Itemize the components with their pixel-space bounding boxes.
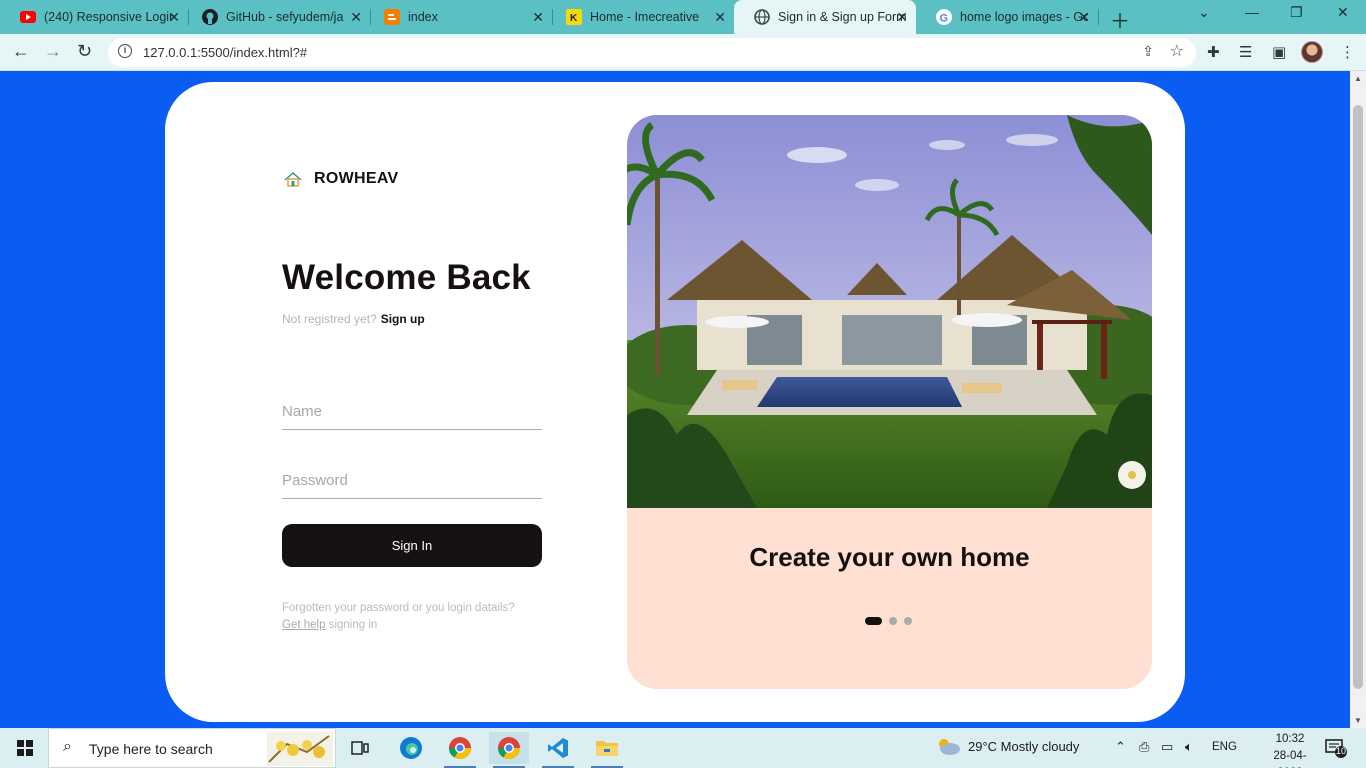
close-tab-icon[interactable]: ✕ (532, 9, 544, 26)
taskbar-search-box[interactable]: ⌕ Type here to search (48, 728, 336, 768)
tab-index[interactable]: index ✕ (364, 0, 552, 34)
weather-cloud-icon[interactable] (935, 736, 961, 759)
tab-title: index (408, 10, 438, 24)
tab-title: home logo images - Go (960, 10, 1088, 24)
vscode-icon[interactable] (538, 732, 578, 768)
show-hidden-icons-chevron-icon[interactable]: ⌃ (1115, 739, 1126, 755)
sign-in-button[interactable]: Sign In (282, 524, 542, 567)
signup-link[interactable]: Sign up (381, 312, 425, 326)
clock-date: 28-04-2023 (1273, 750, 1307, 768)
carousel-dot-3[interactable] (904, 617, 912, 625)
signup-prompt: Not registred yet? Sign up (282, 312, 425, 326)
github-icon (202, 9, 218, 25)
task-view-icon[interactable] (340, 732, 380, 764)
input-language[interactable]: ENG (1212, 741, 1237, 753)
minimize-icon[interactable]: — (1245, 4, 1259, 20)
close-tab-icon[interactable]: ✕ (1078, 9, 1090, 26)
bookmark-star-icon[interactable]: ☆ (1170, 41, 1184, 61)
search-highlight-art (267, 732, 333, 766)
clock-time: 10:32 (1275, 733, 1305, 745)
profile-avatar[interactable] (1301, 41, 1323, 63)
taskbar-search-placeholder: Type here to search (89, 741, 213, 757)
google-icon: G (936, 9, 952, 25)
reading-list-icon[interactable]: ☰ (1239, 43, 1252, 61)
chrome-profile-icon[interactable] (489, 732, 529, 768)
notification-center-icon[interactable]: 10 (1324, 738, 1348, 763)
svg-text:G: G (940, 13, 949, 25)
imecreative-icon: K (566, 9, 582, 25)
tab-title: Home - Imecreative (590, 10, 700, 24)
scroll-down-arrow-icon[interactable]: ▼ (1354, 716, 1362, 725)
windows-start-icon[interactable] (17, 740, 33, 756)
tab-title: GitHub - sefyudem/ja (226, 10, 344, 24)
blogger-icon (384, 9, 400, 25)
volume-muted-icon[interactable]: 🔈︎ (1185, 739, 1193, 755)
carousel-dot-1[interactable] (865, 617, 882, 625)
chrome-icon[interactable] (440, 732, 480, 768)
carousel-dot-2[interactable] (889, 617, 897, 625)
back-arrow-icon[interactable]: ← (12, 41, 30, 62)
tab-title: Sign in & Sign up Form (778, 10, 906, 24)
tab-search-chevron-icon[interactable]: ⌄ (1198, 4, 1210, 21)
brand: ROWHEAV (283, 170, 398, 188)
browser-toolbar: ← → ↻ i 127.0.0.1:5500/index.html?# ⇪ ☆ … (0, 34, 1366, 71)
tab-title: (240) Responsive Login (44, 10, 172, 24)
network-icon[interactable]: ▭ (1161, 739, 1173, 755)
tab-signin-active[interactable]: Sign in & Sign up Form ✕ (734, 0, 916, 34)
restore-icon[interactable]: ❐ (1290, 4, 1303, 21)
forgot-password-text: Forgotten your password or you login dat… (282, 602, 515, 614)
site-info-icon[interactable]: i (118, 44, 132, 58)
forward-arrow-icon[interactable]: → (44, 41, 62, 62)
search-icon: ⌕ (63, 738, 72, 755)
tab-github[interactable]: GitHub - sefyudem/ja ✕ (182, 0, 370, 34)
page-scrollbar[interactable]: ▲ ▼ (1350, 71, 1366, 728)
svg-text:K: K (570, 13, 578, 24)
file-explorer-icon[interactable] (587, 732, 627, 768)
close-tab-icon[interactable]: ✕ (896, 9, 908, 26)
page-viewport: ROWHEAV Welcome Back Not registred yet? S… (0, 71, 1350, 728)
windows-taskbar: ⌕ Type here to search 29°C Mostly cloudy… (0, 728, 1366, 768)
help-suffix: signing in (328, 619, 378, 631)
name-input[interactable] (282, 394, 542, 430)
share-icon[interactable]: ⇪ (1142, 43, 1154, 60)
villa-hero-image (627, 115, 1152, 508)
password-input[interactable] (282, 463, 542, 499)
address-bar[interactable]: i 127.0.0.1:5500/index.html?# ⇪ ☆ (108, 38, 1196, 67)
carousel-slogan: Create your own home (749, 542, 1030, 572)
notification-count: 10 (1336, 746, 1347, 756)
page-title: Welcome Back (282, 258, 531, 297)
carousel-dots (865, 617, 919, 625)
scroll-up-arrow-icon[interactable]: ▲ (1354, 74, 1362, 83)
help-text: Forgotten your password or you login dat… (282, 600, 515, 634)
tab-imecreative[interactable]: K Home - Imecreative ✕ (546, 0, 734, 34)
youtube-icon (20, 9, 36, 25)
taskbar-clock[interactable]: 10:32 28-04-2023 (1262, 731, 1318, 768)
menu-kebab-icon[interactable]: ⋮ (1340, 43, 1355, 61)
tab-google[interactable]: G home logo images - Go ✕ (916, 0, 1098, 34)
close-window-icon[interactable]: ✕ (1337, 4, 1349, 21)
house-logo-icon (284, 172, 302, 187)
browser-tab-bar: (240) Responsive Login ✕ GitHub - sefyud… (0, 0, 1366, 34)
close-tab-icon[interactable]: ✕ (168, 9, 180, 26)
close-tab-icon[interactable]: ✕ (714, 9, 726, 26)
side-panel-icon[interactable]: ▣ (1272, 43, 1286, 61)
reload-icon[interactable]: ↻ (77, 41, 92, 62)
signup-question: Not registred yet? (282, 312, 377, 326)
tab-separator (1098, 9, 1099, 25)
scrollbar-thumb[interactable] (1353, 105, 1363, 689)
extensions-puzzle-icon[interactable]: ✚ (1207, 43, 1220, 61)
url-text[interactable]: 127.0.0.1:5500/index.html?# (143, 45, 307, 60)
login-card: ROWHEAV Welcome Back Not registred yet? S… (165, 82, 1185, 722)
tab-youtube[interactable]: (240) Responsive Login ✕ (0, 0, 188, 34)
close-tab-icon[interactable]: ✕ (350, 9, 362, 26)
meet-now-icon[interactable]: ⎙ (1139, 739, 1149, 755)
get-help-link[interactable]: Get help (282, 619, 325, 631)
weather-text[interactable]: 29°C Mostly cloudy (968, 739, 1079, 754)
new-tab-plus-icon[interactable]: ＋ (1110, 5, 1130, 34)
edge-browser-icon[interactable] (391, 732, 431, 764)
globe-icon (754, 9, 770, 25)
brand-name: ROWHEAV (314, 170, 399, 187)
image-carousel: Create your own home (627, 115, 1152, 689)
